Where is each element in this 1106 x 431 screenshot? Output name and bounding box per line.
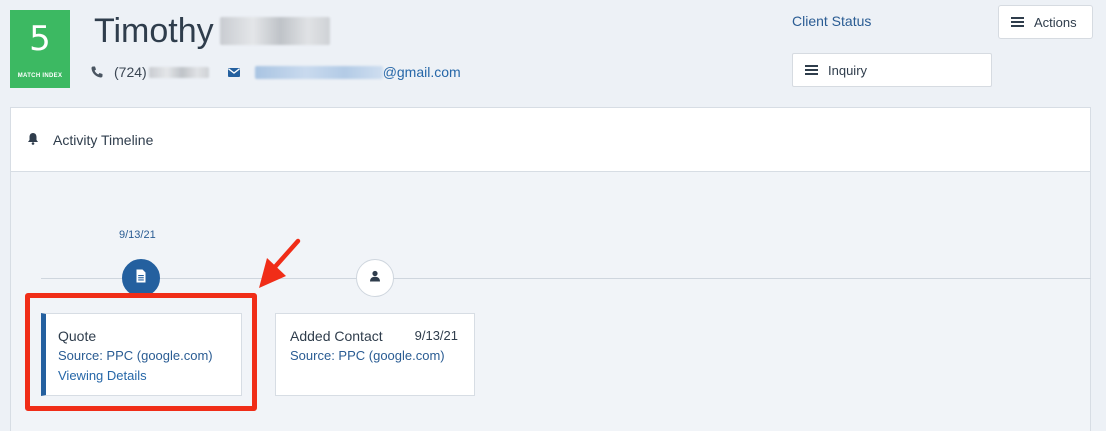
redacted-email (254, 65, 383, 79)
envelope-icon (227, 65, 241, 79)
client-status-value: Inquiry (828, 62, 868, 78)
timeline-node-quote[interactable] (122, 259, 160, 297)
timeline-date: 9/13/21 (119, 229, 156, 241)
redacted-phone (148, 66, 209, 78)
match-index-value: 5 (29, 19, 51, 59)
timeline-node-contact[interactable] (356, 259, 394, 297)
phone-number[interactable]: (724) (114, 64, 147, 80)
client-first-name: Timothy (94, 12, 214, 50)
timeline-card-added-contact[interactable]: Added Contact 9/13/21 Source: PPC (googl… (275, 313, 475, 396)
panel-header: Activity Timeline (11, 108, 1090, 172)
client-status-select[interactable]: Inquiry (792, 53, 992, 87)
match-index-label: MATCH INDEX (17, 73, 63, 79)
actions-button[interactable]: Actions (998, 5, 1093, 39)
card-source: Source: PPC (google.com) (290, 348, 445, 363)
client-name: Timothy (94, 12, 330, 51)
timeline-line (41, 278, 1091, 279)
redacted-last-name (219, 17, 330, 46)
email-address[interactable]: @gmail.com (383, 64, 461, 80)
bell-icon (27, 132, 39, 148)
card-date: 9/13/21 (414, 328, 458, 343)
match-index-badge: 5 MATCH INDEX (10, 10, 70, 88)
hamburger-icon (1011, 15, 1024, 29)
document-icon (135, 269, 147, 288)
client-status-label: Client Status (792, 13, 872, 29)
hamburger-icon (805, 63, 818, 77)
panel-title: Activity Timeline (53, 131, 154, 148)
actions-label: Actions (1034, 14, 1077, 30)
user-icon (369, 269, 381, 287)
highlight-box (25, 293, 257, 411)
phone-icon (90, 65, 104, 79)
annotation-arrow-icon (259, 238, 301, 288)
contact-info: (724) @gmail.com (90, 64, 461, 80)
